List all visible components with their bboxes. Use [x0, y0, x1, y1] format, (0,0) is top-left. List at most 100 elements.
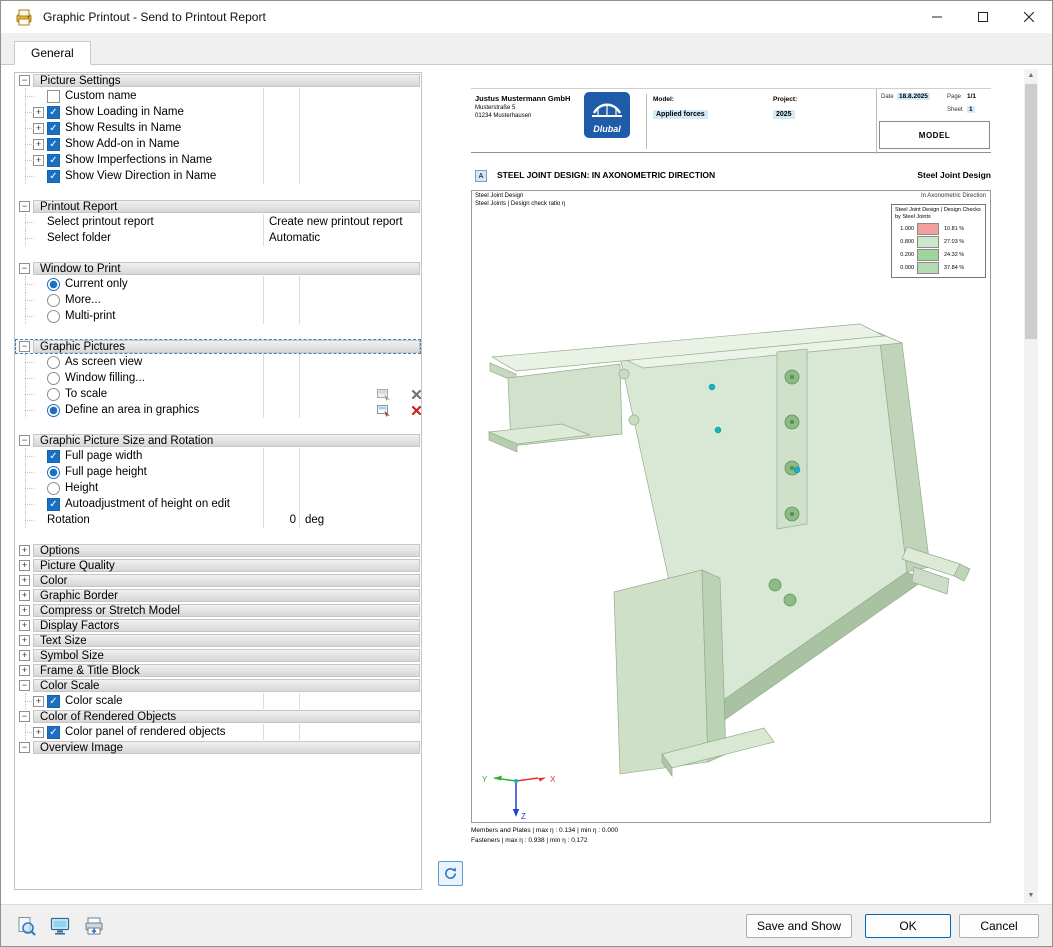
section-header-label[interactable]: Color Scale [33, 679, 420, 692]
expand-icon[interactable]: + [19, 605, 30, 616]
value-select-folder[interactable]: Automatic [263, 230, 421, 246]
save-printer-icon[interactable] [81, 913, 107, 939]
section-header-label[interactable]: Frame & Title Block [33, 664, 420, 677]
display-options-icon[interactable] [47, 913, 73, 939]
refresh-preview-button[interactable] [438, 861, 463, 886]
save-and-show-button[interactable]: Save and Show [745, 913, 852, 938]
value-select-printout-report[interactable]: Create new printout report [263, 214, 421, 230]
expand-icon[interactable]: + [19, 620, 30, 631]
row-define-an-area-in-graphics: Define an area in graphics [15, 402, 421, 418]
unit-cell: deg [299, 512, 421, 528]
radio-as-screen-view[interactable] [47, 355, 60, 369]
tab-general[interactable]: General [14, 41, 91, 65]
item-label: Height [65, 482, 99, 494]
expand-icon[interactable]: + [19, 665, 30, 676]
radio-window-filling[interactable] [47, 371, 60, 385]
dialog-window: Graphic Printout - Send to Printout Repo… [0, 0, 1053, 947]
checkbox-show-add-on-in-name[interactable]: ✓ [47, 137, 60, 151]
print-preview: Justus Mustermann GmbH Musterstraße 5 01… [426, 66, 1022, 906]
collapse-icon[interactable]: − [19, 711, 30, 722]
checkbox-color-scale[interactable]: ✓ [47, 694, 60, 708]
section-header-label[interactable]: Options [33, 544, 420, 557]
radio-current-only[interactable] [47, 277, 60, 291]
dlubal-logo-text: Dlubal [593, 124, 621, 134]
row-select-printout-report: Select printout report Create new printou… [15, 214, 421, 230]
result-stats: Members and Plates | max η : 0.134 | min… [471, 826, 618, 846]
section-header-label[interactable]: Display Factors [33, 619, 420, 632]
radio-full-page-height[interactable] [47, 465, 60, 479]
checkbox-show-imperfections-in-name[interactable]: ✓ [47, 153, 60, 167]
section-header-label[interactable]: Color of Rendered Objects [33, 710, 420, 723]
section-header-label[interactable]: Color [33, 574, 420, 587]
checkbox-show-view-direction-in-name[interactable]: ✓ [47, 169, 60, 183]
section-title: STEEL JOINT DESIGN: IN AXONOMETRIC DIREC… [497, 170, 716, 180]
unit-cell [299, 168, 421, 184]
print-preview-icon[interactable] [13, 913, 39, 939]
radio-define-an-area-in-graphics[interactable] [47, 403, 60, 417]
collapse-icon[interactable]: − [19, 341, 30, 352]
checkbox-autoadjustment-of-height-on-edit[interactable]: ✓ [47, 497, 60, 511]
clear-selection-icon[interactable] [411, 405, 421, 416]
footer-bar: Save and Show OK Cancel [1, 904, 1052, 946]
section-header-label[interactable]: Window to Print [33, 262, 420, 275]
radio-more[interactable] [47, 293, 60, 307]
section-header-label[interactable]: Graphic Border [33, 589, 420, 602]
section-header-label[interactable]: Graphic Picture Size and Rotation [33, 434, 420, 447]
section-header-label[interactable]: Printout Report [33, 200, 420, 213]
collapse-icon[interactable]: − [19, 75, 30, 86]
checkbox-color-panel-of-rendered-objects[interactable]: ✓ [47, 725, 60, 739]
section-header-label[interactable]: Picture Settings [33, 74, 420, 87]
section-header-label[interactable]: Overview Image [33, 741, 420, 754]
expand-icon[interactable]: + [33, 106, 44, 118]
expand-icon[interactable]: + [19, 575, 30, 586]
checkbox-custom-name[interactable] [47, 89, 60, 103]
scroll-up-icon[interactable]: ▲ [1024, 69, 1038, 83]
cancel-button[interactable]: Cancel [959, 913, 1039, 938]
maximize-button[interactable] [960, 1, 1006, 33]
close-button[interactable] [1006, 1, 1052, 33]
radio-to-scale[interactable] [47, 387, 60, 401]
item-label: More... [65, 294, 101, 306]
tree-connector: + [33, 726, 47, 738]
expand-icon[interactable]: + [33, 138, 44, 150]
expand-icon[interactable]: + [33, 154, 44, 166]
section-header-label[interactable]: Picture Quality [33, 559, 420, 572]
expand-icon[interactable]: + [19, 560, 30, 571]
value-cell [263, 496, 299, 512]
checkbox-show-loading-in-name[interactable]: ✓ [47, 105, 60, 119]
collapse-icon[interactable]: − [19, 435, 30, 446]
minimize-button[interactable] [914, 1, 960, 33]
scroll-down-icon[interactable]: ▼ [1024, 889, 1038, 903]
collapse-icon[interactable]: − [19, 680, 30, 691]
clear-selection-icon[interactable] [411, 389, 421, 400]
expand-icon[interactable]: + [19, 635, 30, 646]
section-header-label[interactable]: Graphic Pictures [33, 340, 420, 353]
expand-icon[interactable]: + [19, 650, 30, 661]
collapse-icon[interactable]: − [19, 742, 30, 753]
sheet-label: Sheet [947, 107, 963, 113]
expand-icon[interactable]: + [33, 695, 44, 707]
collapse-icon[interactable]: − [19, 263, 30, 274]
checkbox-show-results-in-name[interactable]: ✓ [47, 121, 60, 135]
checkbox-full-page-width[interactable]: ✓ [47, 449, 60, 463]
select-area-icon[interactable] [377, 388, 391, 401]
radio-multi-print[interactable] [47, 309, 60, 323]
ok-button[interactable]: OK [865, 913, 951, 938]
collapse-icon[interactable]: − [19, 201, 30, 212]
select-area-icon[interactable] [377, 404, 391, 417]
section-picture-quality: + Picture Quality [15, 558, 421, 573]
section-header-label[interactable]: Compress or Stretch Model [33, 604, 420, 617]
preview-scrollbar[interactable]: ▲ ▼ [1024, 69, 1038, 903]
value-cell[interactable]: 0 [263, 512, 299, 528]
section-header-label[interactable]: Text Size [33, 634, 420, 647]
expand-icon[interactable]: + [19, 545, 30, 556]
company-name: Justus Mustermann GmbH [475, 94, 571, 103]
expand-icon[interactable]: + [33, 726, 44, 738]
radio-height[interactable] [47, 481, 60, 495]
expand-icon[interactable]: + [33, 122, 44, 134]
section-header-label[interactable]: Symbol Size [33, 649, 420, 662]
expand-icon[interactable]: + [19, 590, 30, 601]
scrollbar-thumb[interactable] [1025, 84, 1037, 339]
